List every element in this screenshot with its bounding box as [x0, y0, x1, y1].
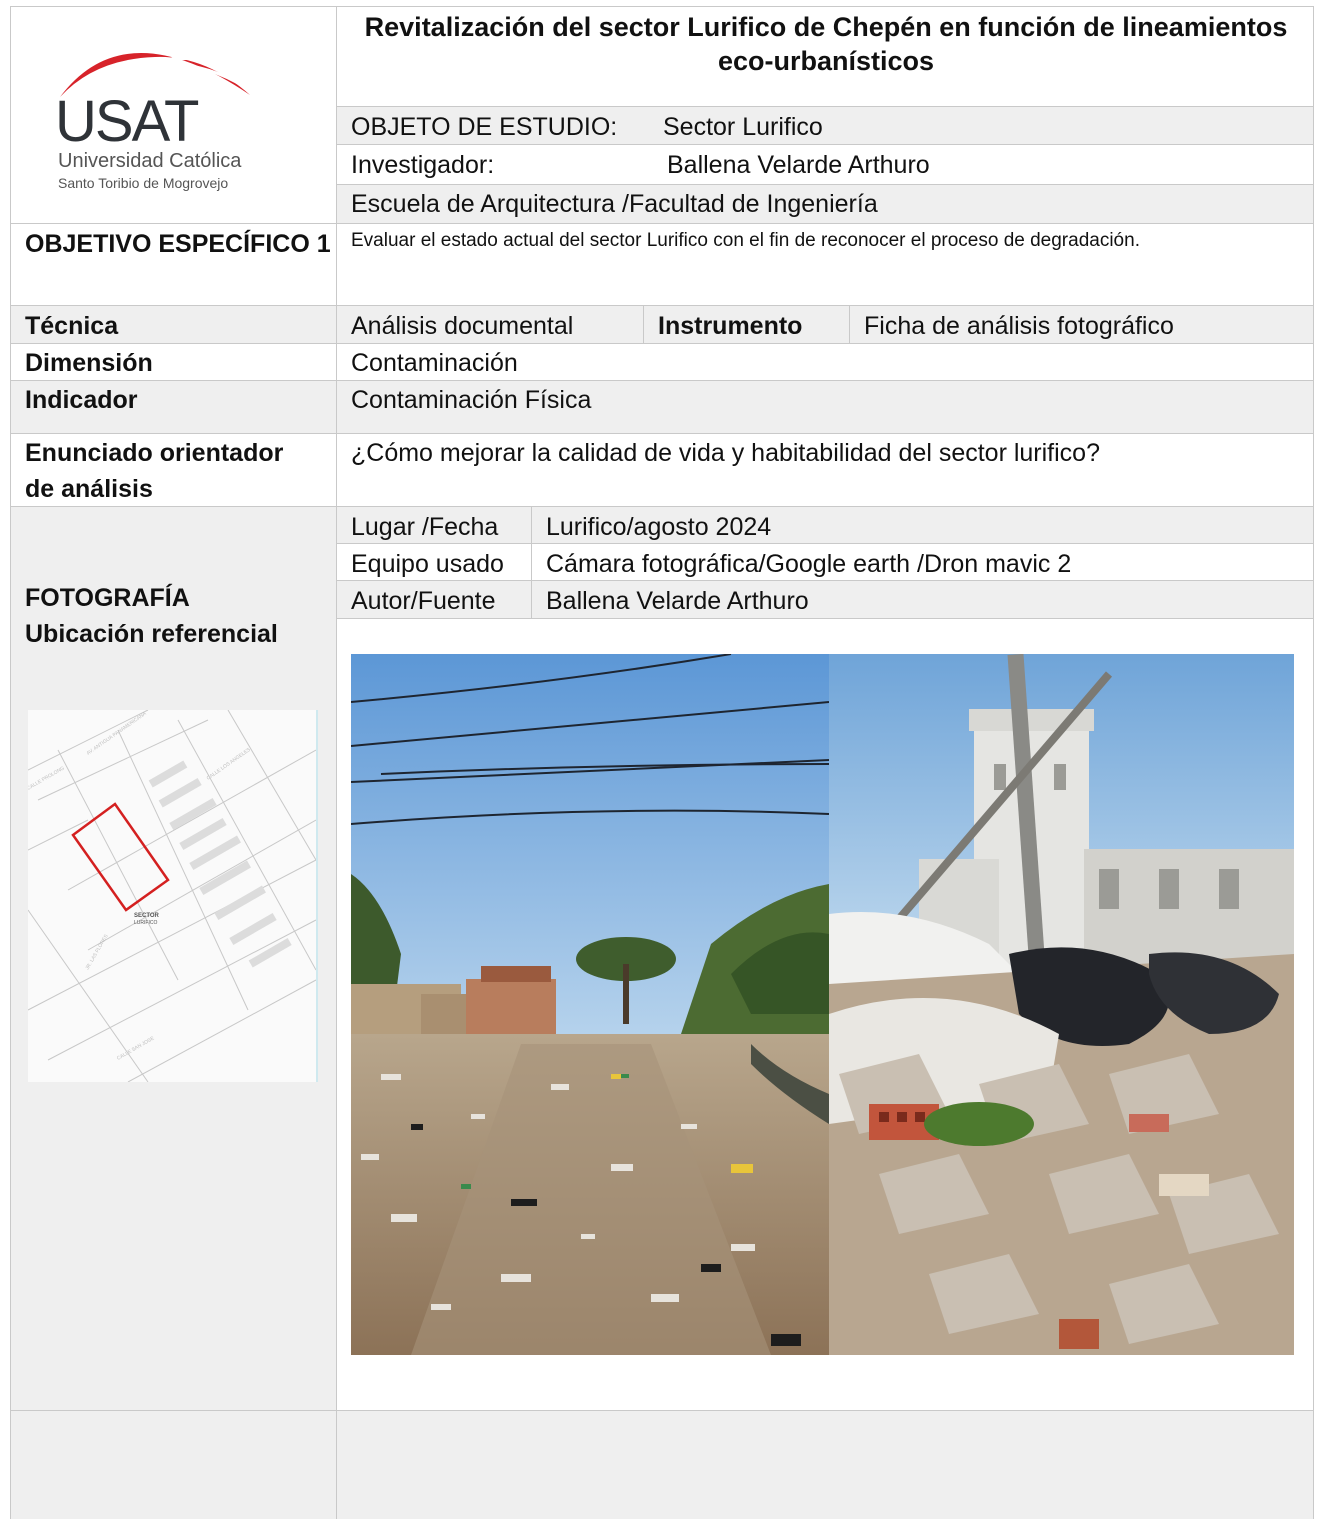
enunciado-value: ¿Cómo mejorar la calidad de vida y habit… [351, 439, 1100, 467]
svg-text:JR. LAS FLORES: JR. LAS FLORES [85, 933, 110, 971]
svg-text:AV. ANTIGUA PANAMERICANA: AV. ANTIGUA PANAMERICANA [86, 710, 148, 756]
investigador-value: Ballena Velarde Arthuro [667, 151, 930, 179]
svg-text:CALLE PROLONG: CALLE PROLONG [28, 765, 66, 791]
dimension-value: Contaminación [351, 349, 518, 377]
instrumento-value: Ficha de análisis fotográfico [864, 312, 1174, 340]
dimension-label: Dimensión [25, 349, 153, 377]
investigador-label: Investigador: [351, 151, 495, 179]
equipo-value: Cámara fotográfica/Google earth /Dron ma… [546, 550, 1072, 578]
page-title: Revitalización del sector Lurifico de Ch… [364, 12, 1288, 76]
escuela-text: Escuela de Arquitectura /Facultad de Ing… [351, 190, 878, 218]
indicador-value: Contaminación Física [351, 386, 592, 414]
photo-rubble-ruins [829, 654, 1294, 1355]
objeto-label: OBJETO DE ESTUDIO: [351, 113, 618, 141]
ubicacion-label: Ubicación referencial [25, 620, 278, 648]
logo-subtitle: Santo Toribio de Mogrovejo [58, 175, 229, 191]
map-drawing: AV. ANTIGUA PANAMERICANA CALLE LOS ANGEL… [26, 709, 317, 1083]
autor-value: Ballena Velarde Arthuro [546, 587, 809, 615]
svg-text:CALLE LOS ANGELES: CALLE LOS ANGELES [206, 747, 253, 782]
objetivo-label: OBJETIVO ESPECÍFICO 1 [25, 230, 331, 258]
objeto-value: Sector Lurifico [663, 113, 823, 141]
lugar-value: Lurifico/agosto 2024 [546, 513, 772, 541]
logo-university: Universidad Católica [58, 150, 242, 172]
indicador-label: Indicador [25, 386, 138, 414]
fotografia-label: FOTOGRAFÍA [25, 584, 190, 612]
svg-text:CALLE SAN JOSE: CALLE SAN JOSE [116, 1035, 156, 1062]
photo-street-trash [351, 654, 829, 1355]
instrumento-label: Instrumento [658, 312, 803, 340]
sector-label-1: SECTOR [134, 913, 160, 919]
equipo-label: Equipo usado [351, 550, 504, 578]
lugar-label: Lugar /Fecha [351, 513, 499, 541]
sector-label-2: LURIFICO [134, 920, 157, 926]
objetivo-text: Evaluar el estado actual del sector Luri… [351, 230, 1140, 251]
logo-acronym: USAT [55, 89, 199, 154]
tecnica-value: Análisis documental [351, 312, 574, 340]
enunciado-label-1: Enunciado orientador [25, 439, 284, 467]
tecnica-label: Técnica [25, 312, 119, 340]
enunciado-label-2: de análisis [25, 475, 153, 503]
location-map: AV. ANTIGUA PANAMERICANA CALLE LOS ANGEL… [26, 709, 318, 1083]
autor-label: Autor/Fuente [351, 587, 496, 615]
